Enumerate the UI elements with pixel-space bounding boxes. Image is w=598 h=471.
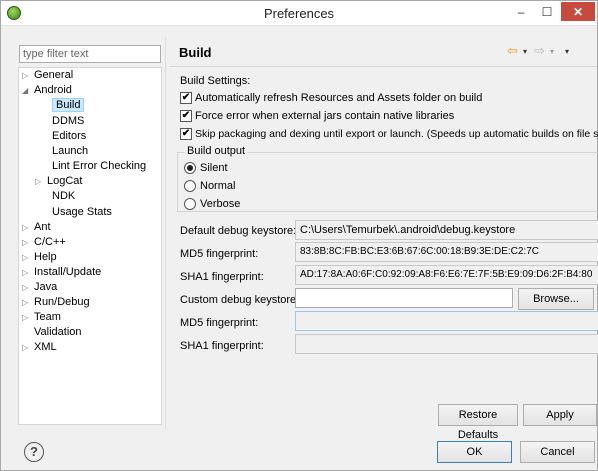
verbose-radio[interactable] (184, 198, 196, 210)
tree-item-label: General (34, 69, 74, 81)
tree-item-label: Java (34, 281, 58, 293)
tree-item-label: Ant (34, 221, 51, 233)
close-button[interactable]: ✕ (561, 2, 595, 21)
tree-item-label: Editors (52, 130, 87, 142)
back-dropdown-icon[interactable]: ▾ (523, 47, 527, 56)
expand-arrow-icon[interactable]: ◢ (22, 83, 34, 98)
silent-radio[interactable] (184, 162, 196, 174)
expand-arrow-icon[interactable]: ▷ (22, 280, 34, 295)
tree-item-label: Help (34, 251, 57, 263)
expand-arrow-icon[interactable]: ▷ (22, 235, 34, 250)
skip-packaging-label: Skip packaging and dexing until export o… (195, 128, 598, 140)
tree-item-xml[interactable]: ▷ XML (22, 340, 57, 355)
tree-item-android[interactable]: ◢ Android (22, 83, 72, 98)
tree-item-label: C/C++ (34, 236, 66, 248)
header-separator (169, 66, 597, 67)
tree-item-launch[interactable]: Launch (40, 144, 88, 159)
tree-item-label: Launch (52, 145, 89, 157)
apply-button[interactable]: Apply (523, 404, 597, 426)
default-keystore-field[interactable]: C:\Users\Temurbek\.android\debug.keystor… (295, 220, 598, 240)
expand-arrow-icon[interactable]: ▷ (22, 265, 34, 280)
tree-item-label: Team (34, 311, 61, 323)
tree-item-install-update[interactable]: ▷ Install/Update (22, 265, 101, 280)
custom-sha1-fingerprint-field[interactable] (295, 334, 598, 354)
tree-item-label: XML (34, 341, 57, 353)
normal-radio[interactable] (184, 180, 196, 192)
custom-keystore-label: Custom debug keystore: (180, 294, 300, 306)
title-bar: Preferences – ☐ ✕ (1, 1, 597, 26)
force-error-label: Force error when external jars contain n… (195, 110, 455, 122)
custom-md5-fingerprint-label: MD5 fingerprint: (180, 317, 259, 329)
tree-item-run-debug[interactable]: ▷ Run/Debug (22, 295, 90, 310)
skip-packaging-checkbox[interactable]: ✔ (180, 128, 192, 140)
help-icon[interactable]: ? (24, 442, 44, 462)
tree-item-label: Install/Update (34, 266, 102, 278)
md5-fingerprint-field[interactable]: 83:8B:8C:FB:BC:E3:6B:67:6C:00:18:B9:3E:D… (295, 242, 598, 262)
build-settings-label: Build Settings: (180, 75, 251, 87)
forward-icon[interactable]: ⇨ (534, 43, 545, 59)
browse-button[interactable]: Browse... (518, 288, 594, 310)
cancel-button[interactable]: Cancel (520, 441, 595, 463)
ok-button[interactable]: OK (437, 441, 512, 463)
tree-item-build[interactable]: Build (40, 98, 85, 113)
build-output-label: Build output (185, 145, 248, 157)
refresh-assets-label: Automatically refresh Resources and Asse… (195, 92, 483, 104)
tree-item-validation[interactable]: Validation (22, 325, 82, 340)
tree-item-java[interactable]: ▷ Java (22, 280, 57, 295)
custom-sha1-fingerprint-label: SHA1 fingerprint: (180, 340, 264, 352)
page-header: Build ⇦ ▾ ⇨ ▾ ▾ (167, 37, 597, 66)
tree-item-label: Usage Stats (52, 206, 112, 218)
maximize-button[interactable]: ☐ (534, 2, 560, 22)
filter-input[interactable]: type filter text (19, 45, 161, 63)
refresh-assets-checkbox[interactable]: ✔ (180, 92, 192, 104)
normal-label: Normal (200, 180, 236, 192)
sha1-fingerprint-label: SHA1 fingerprint: (180, 271, 264, 283)
restore-defaults-button[interactable]: Restore Defaults (438, 404, 518, 441)
tree-item-label: Build (52, 98, 85, 112)
expand-arrow-icon[interactable]: ▷ (22, 310, 34, 325)
view-menu-icon[interactable]: ▾ (565, 47, 569, 56)
expand-arrow-icon[interactable]: ▷ (22, 340, 34, 355)
sha1-fingerprint-field[interactable]: AD:17:8A:A0:6F:C0:92:09:A8:F6:E6:7E:7F:5… (295, 265, 598, 285)
md5-fingerprint-label: MD5 fingerprint: (180, 248, 259, 260)
expand-arrow-icon[interactable]: ▷ (22, 295, 34, 310)
tree-item-usage-stats[interactable]: Usage Stats (40, 205, 112, 220)
tree-item-lint-error-checking[interactable]: Lint Error Checking (40, 159, 146, 174)
tree-item-logcat[interactable]: ▷ LogCat (35, 174, 82, 189)
silent-label: Silent (200, 162, 228, 174)
expand-arrow-icon[interactable]: ▷ (22, 68, 34, 83)
page-title: Build (179, 45, 212, 60)
preferences-window: Preferences – ☐ ✕ type filter text ▷ Gene… (0, 0, 598, 471)
tree-item-help[interactable]: ▷ Help (22, 250, 57, 265)
tree-item-ndk[interactable]: NDK (40, 189, 75, 204)
expand-arrow-icon[interactable]: ▷ (35, 174, 47, 189)
tree-item-editors[interactable]: Editors (40, 129, 86, 144)
expand-arrow-icon[interactable]: ▷ (22, 250, 34, 265)
default-keystore-label: Default debug keystore: (180, 225, 297, 237)
tree-item-label: Lint Error Checking (52, 160, 147, 172)
tree-item-label: Android (34, 84, 72, 96)
force-error-checkbox[interactable]: ✔ (180, 110, 192, 122)
custom-md5-fingerprint-field[interactable] (295, 311, 598, 331)
tree-item-label: Validation (34, 326, 82, 338)
tree-item-ddms[interactable]: DDMS (40, 114, 84, 129)
expand-arrow-icon[interactable]: ▷ (22, 220, 34, 235)
verbose-label: Verbose (200, 198, 241, 210)
tree-item-ant[interactable]: ▷ Ant (22, 220, 51, 235)
forward-dropdown-icon[interactable]: ▾ (550, 47, 554, 56)
tree-item-label: Run/Debug (34, 296, 90, 308)
tree-item-label: NDK (52, 190, 76, 202)
preferences-tree: ▷ General ◢ Android Build DDMS Editors Launch Li… (18, 67, 162, 425)
tree-item-team[interactable]: ▷ Team (22, 310, 61, 325)
pane-divider[interactable] (165, 37, 166, 429)
tree-item-c-c[interactable]: ▷ C/C++ (22, 235, 66, 250)
tree-item-general[interactable]: ▷ General (22, 68, 73, 83)
tree-item-label: LogCat (47, 175, 83, 187)
tree-item-label: DDMS (52, 115, 85, 127)
custom-keystore-input[interactable] (295, 288, 513, 308)
minimize-button[interactable]: – (508, 2, 534, 22)
back-icon[interactable]: ⇦ (507, 43, 518, 59)
